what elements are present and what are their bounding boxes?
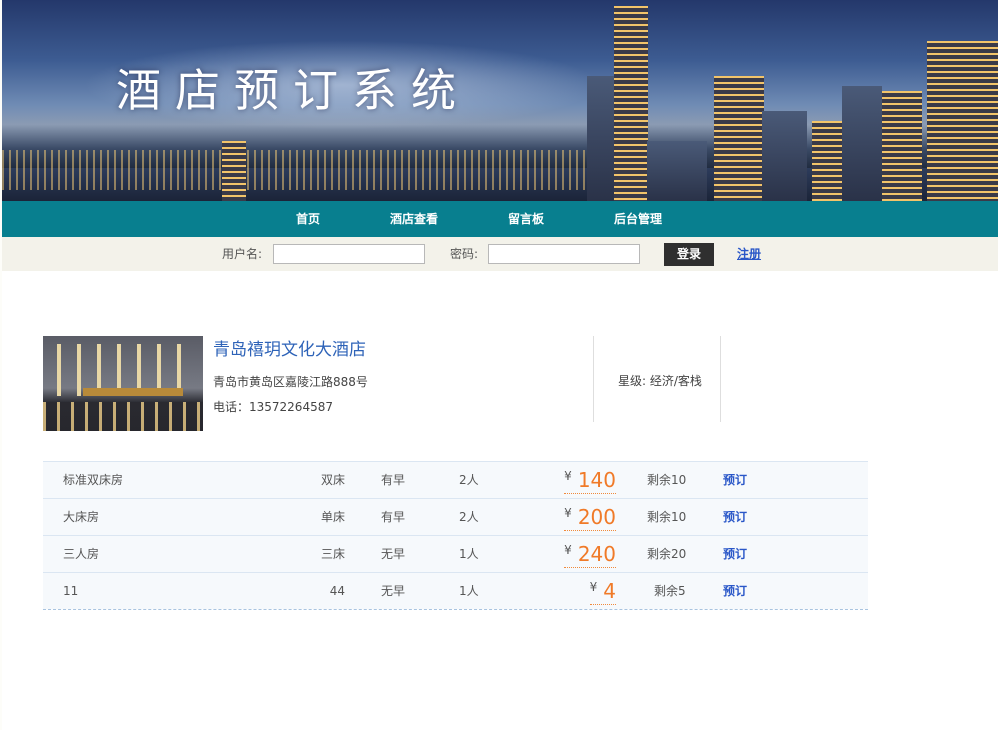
login-button[interactable]: 登录 [664, 243, 714, 266]
banner-city-lights [2, 150, 622, 190]
hotel-star-rating: 星级: 经济/客栈 [618, 374, 702, 388]
room-price-value: 240 [577, 542, 616, 566]
nav-item-hotels[interactable]: 酒店查看 [390, 201, 438, 237]
room-price-value: 4 [603, 579, 616, 603]
room-capacity: 2人 [459, 473, 479, 487]
divider [593, 336, 594, 422]
main-nav: 首页 酒店查看 留言板 后台管理 [2, 201, 998, 237]
login-bar: 用户名: 密码: 登录 注册 [2, 237, 998, 271]
room-price: ¥240 [564, 541, 616, 568]
room-name: 11 [63, 584, 79, 598]
room-price-value: 200 [577, 505, 616, 529]
room-remaining: 剩余10 [647, 473, 687, 487]
room-name: 三人房 [63, 547, 100, 561]
room-capacity: 1人 [459, 584, 479, 598]
nav-item-message-board[interactable]: 留言板 [508, 201, 544, 237]
book-room-button[interactable]: 预订 [723, 499, 747, 535]
nav-item-admin[interactable]: 后台管理 [614, 201, 662, 237]
book-room-button[interactable]: 预订 [723, 462, 747, 498]
room-bed-type: 三床 [320, 547, 345, 561]
room-row: 标准双床房 双床 有早 2人 ¥140 剩余10 预订 [43, 462, 868, 499]
hotel-photo-window [77, 344, 81, 396]
banner-building [882, 91, 922, 201]
hotel-name[interactable]: 青岛禧玥文化大酒店 [213, 335, 366, 360]
book-room-button[interactable]: 预订 [723, 573, 747, 609]
password-label: 密码: [450, 247, 479, 261]
currency-symbol: ¥ [564, 506, 572, 520]
nav-item-home[interactable]: 首页 [296, 201, 320, 237]
room-price-value: 140 [577, 468, 616, 492]
banner-building [647, 141, 707, 201]
header-banner: 酒店预订系统 [2, 0, 998, 201]
room-breakfast: 无早 [381, 547, 406, 561]
room-breakfast: 有早 [381, 473, 406, 487]
room-capacity: 2人 [459, 510, 479, 524]
username-input[interactable] [273, 244, 425, 264]
book-room-button[interactable]: 预订 [723, 536, 747, 572]
hotel-address: 青岛市黄岛区嘉陵江路888号 [213, 375, 368, 389]
hotel-photo-window [57, 344, 61, 396]
room-price: ¥4 [589, 578, 616, 605]
room-bed-type: 单床 [320, 510, 345, 524]
room-row: 11 44 无早 1人 ¥4 剩余5 预订 [43, 573, 868, 609]
hotel-photo-sign [83, 388, 183, 396]
banner-building [927, 41, 998, 201]
banner-building [812, 121, 842, 201]
banner-tower [614, 6, 648, 201]
currency-symbol: ¥ [564, 543, 572, 557]
room-list: 标准双床房 双床 有早 2人 ¥140 剩余10 预订 大床房 单床 有早 2人… [43, 461, 868, 610]
banner-building [762, 111, 807, 201]
username-label: 用户名: [222, 247, 263, 261]
site-title: 酒店预订系统 [116, 64, 471, 117]
room-remaining: 剩余10 [647, 510, 687, 524]
divider [720, 336, 721, 422]
register-link[interactable]: 注册 [737, 237, 761, 271]
room-remaining: 剩余5 [654, 584, 686, 598]
banner-building [714, 76, 764, 201]
hotel-photo[interactable] [43, 336, 203, 431]
currency-symbol: ¥ [589, 580, 598, 594]
room-bed-type: 44 [329, 584, 345, 598]
room-name: 大床房 [63, 510, 100, 524]
banner-building [842, 86, 882, 201]
room-bed-type: 双床 [320, 473, 345, 487]
room-price: ¥140 [564, 467, 616, 494]
room-name: 标准双床房 [63, 473, 124, 487]
page: 酒店预订系统 首页 酒店查看 留言板 后台管理 用户名: 密码: 登录 注册 青… [2, 0, 998, 730]
hotel-phone: 电话：13572264587 [213, 400, 333, 414]
banner-building [222, 141, 246, 201]
room-price: ¥200 [564, 504, 616, 531]
room-breakfast: 有早 [381, 510, 406, 524]
currency-symbol: ¥ [564, 469, 572, 483]
room-row: 大床房 单床 有早 2人 ¥200 剩余10 预订 [43, 499, 868, 536]
room-breakfast: 无早 [381, 584, 406, 598]
room-remaining: 剩余20 [647, 547, 687, 561]
hotel-photo-entrance [43, 402, 203, 431]
room-row: 三人房 三床 无早 1人 ¥240 剩余20 预订 [43, 536, 868, 573]
room-capacity: 1人 [459, 547, 479, 561]
password-input[interactable] [488, 244, 640, 264]
